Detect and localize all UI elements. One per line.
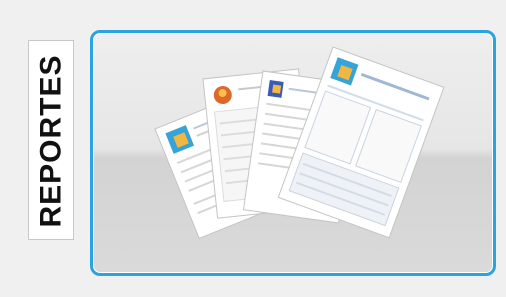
report-documents-icon	[154, 46, 445, 240]
reportes-panel: REPORTES	[0, 0, 506, 297]
reportes-label-text: REPORTES	[35, 54, 68, 228]
reportes-side-label: REPORTES	[28, 40, 74, 240]
reportes-button[interactable]	[90, 30, 496, 276]
